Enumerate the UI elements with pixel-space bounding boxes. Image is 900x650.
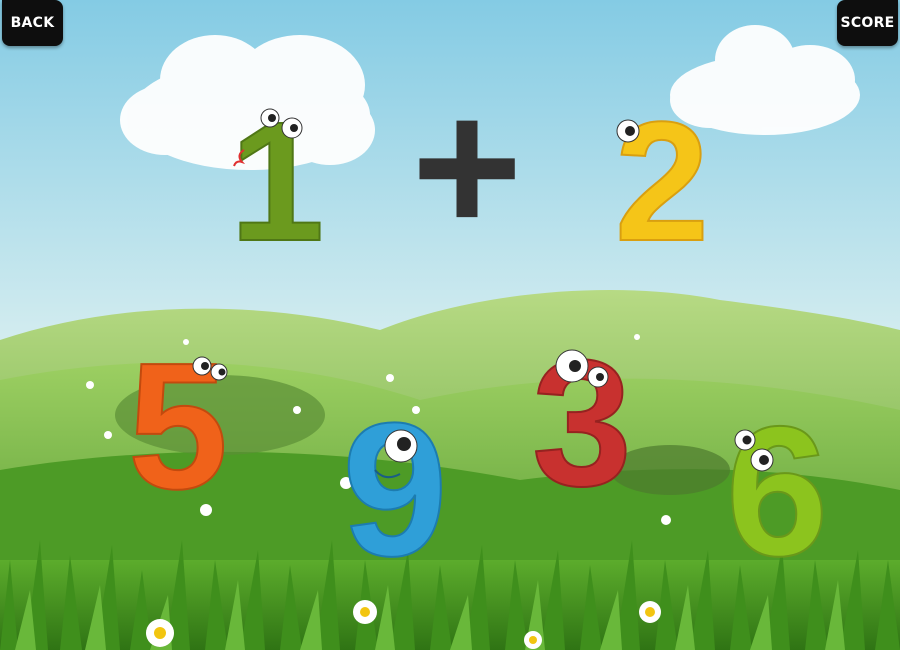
equation-operator: +	[412, 61, 523, 273]
flower	[639, 601, 661, 623]
answer-choice-3[interactable]: 3	[531, 322, 633, 525]
flower	[146, 619, 174, 647]
equation-number-two: 2	[614, 86, 711, 278]
back-button[interactable]: BACK	[2, 0, 63, 46]
flower	[524, 631, 542, 649]
game-scene: 1 + 2 5 9 3 6	[0, 0, 900, 650]
equation-right-number: 2	[615, 87, 710, 277]
plus-icon: +	[412, 61, 523, 273]
flower	[353, 600, 377, 624]
answer-number: 6	[726, 389, 829, 595]
answer-number: 9	[342, 384, 448, 596]
score-button[interactable]: SCORE	[837, 0, 898, 46]
answer-choice-9[interactable]: 9	[341, 383, 449, 597]
equation-number-one: 1	[229, 86, 326, 278]
answer-choice-5[interactable]: 5	[127, 325, 229, 528]
answer-number: 5	[128, 326, 228, 527]
answer-choice-6[interactable]: 6	[725, 388, 830, 596]
